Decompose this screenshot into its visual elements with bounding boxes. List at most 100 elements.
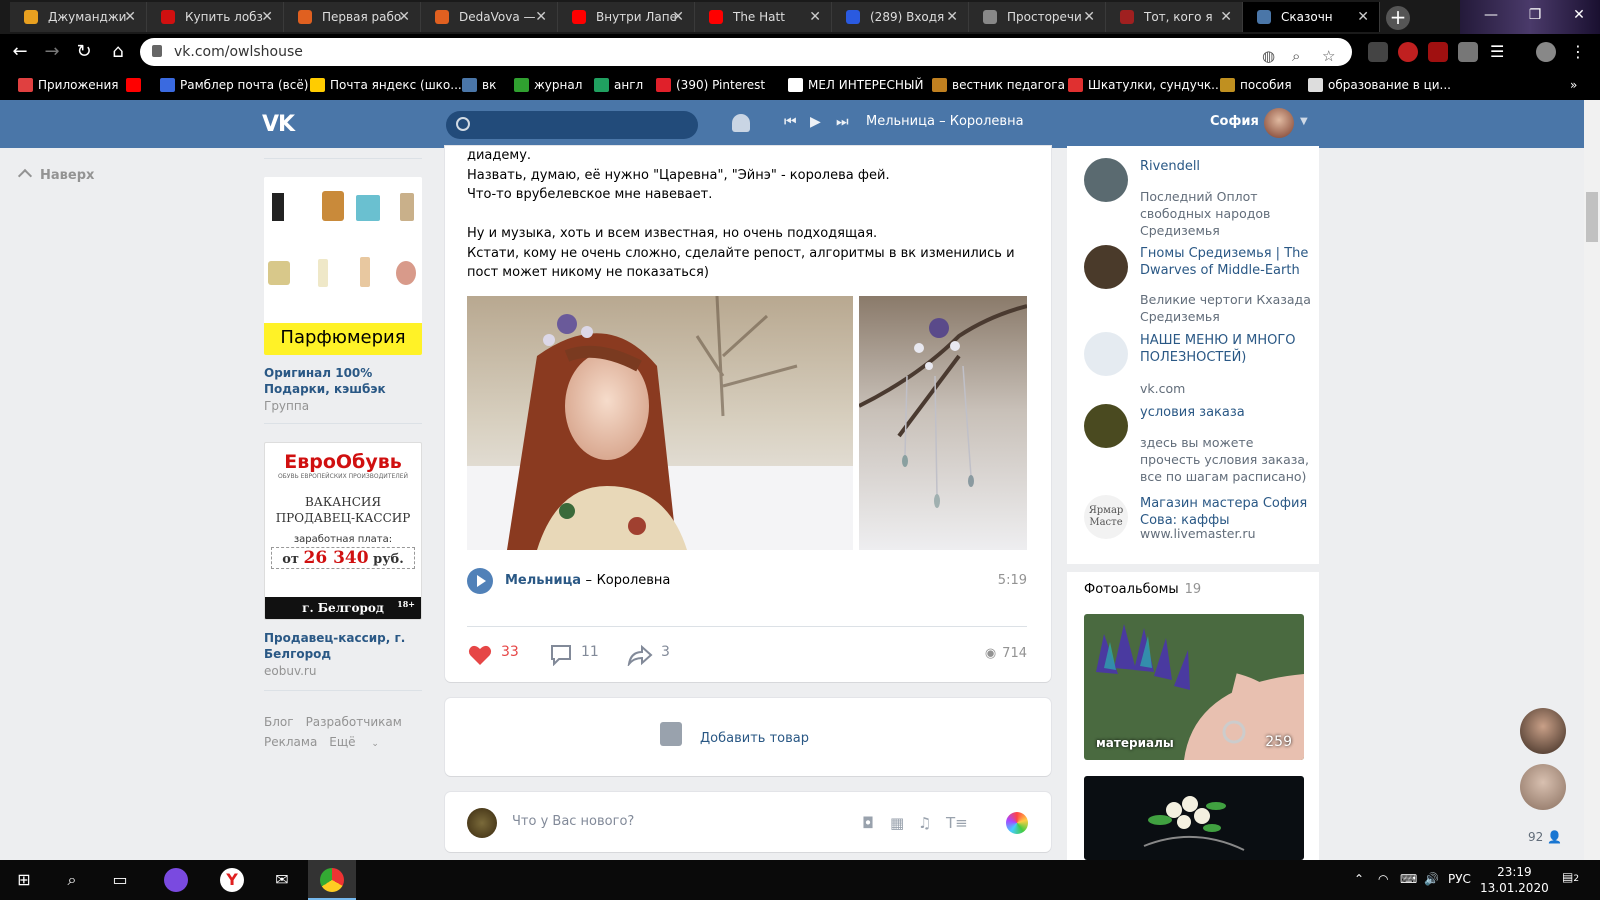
audio-play-button[interactable]	[467, 568, 493, 594]
mail-icon[interactable]: ✉	[270, 868, 294, 892]
poster-icon[interactable]	[1006, 812, 1028, 834]
translate-icon[interactable]: ◍	[1262, 42, 1275, 70]
language-indicator[interactable]: РУС	[1448, 872, 1471, 886]
extension-icon[interactable]	[1458, 42, 1478, 62]
extension-icon[interactable]	[1368, 42, 1388, 62]
album-item[interactable]	[1084, 776, 1304, 860]
link-title[interactable]: Rivendell	[1140, 158, 1310, 175]
page-scrollbar[interactable]	[1584, 100, 1600, 860]
reload-icon[interactable]: ↻	[72, 40, 96, 64]
user-avatar[interactable]	[1264, 108, 1294, 138]
close-tab-icon[interactable]: ✕	[809, 2, 821, 32]
comment-icon[interactable]	[549, 644, 573, 666]
bookmark-item[interactable]: вк	[460, 70, 496, 100]
browser-tab[interactable]: Первая рабо ✕	[284, 2, 421, 32]
scrollbar-thumb[interactable]	[1586, 192, 1598, 242]
online-friend-avatar[interactable]	[1520, 708, 1566, 754]
close-tab-icon[interactable]: ✕	[1083, 2, 1095, 32]
ad-title[interactable]: Продавец-кассир, г. Белгород	[264, 630, 414, 662]
video-icon[interactable]: ▦	[890, 814, 904, 832]
footer-link-ads[interactable]: Реклама	[264, 735, 317, 749]
bookmark-item[interactable]: пособия	[1218, 70, 1292, 100]
link-title[interactable]: Магазин мастера София Сова: каффы	[1140, 495, 1310, 529]
notifications-bell-icon[interactable]	[732, 114, 750, 132]
online-friend-avatar[interactable]	[1520, 764, 1566, 810]
perfume-ad-image[interactable]: Парфюмерия	[264, 177, 422, 355]
forward-icon[interactable]: →	[40, 40, 64, 64]
vk-logo[interactable]: VK	[262, 112, 295, 137]
bookmark-item[interactable]: журнал	[512, 70, 582, 100]
browser-tab[interactable]: Джуманджи ✕	[10, 2, 147, 32]
add-product-link[interactable]: Добавить товар	[700, 731, 809, 746]
like-heart-icon[interactable]	[467, 644, 493, 666]
ad-subtitle[interactable]: eobuv.ru	[264, 664, 422, 678]
friends-online-count[interactable]: 92 👤	[1528, 830, 1562, 844]
profile-avatar[interactable]	[1536, 42, 1556, 62]
new-tab-button[interactable]: +	[1386, 6, 1410, 30]
browser-tab[interactable]: (289) Входя ✕	[832, 2, 969, 32]
alice-assistant-icon[interactable]	[164, 868, 188, 892]
browser-tab[interactable]: Внутри Лапе ✕	[558, 2, 695, 32]
close-tab-icon[interactable]: ✕	[672, 2, 684, 32]
post-photo-1[interactable]	[467, 296, 853, 550]
close-window-icon[interactable]: ✕	[1556, 0, 1600, 32]
notifications-icon[interactable]: ▤2	[1562, 870, 1579, 884]
audio-title[interactable]: Мельница – Королевна	[505, 573, 670, 588]
link-title[interactable]: НАШЕ МЕНЮ И МНОГО ПОЛЕЗНОСТЕЙ)	[1140, 332, 1310, 366]
volume-icon[interactable]: 🔊	[1424, 872, 1439, 886]
album-item[interactable]: материалы 259	[1084, 614, 1304, 760]
link-title[interactable]: условия заказа	[1140, 404, 1310, 421]
wifi-icon[interactable]: ◠	[1378, 872, 1388, 886]
windows-start-icon[interactable]: ⊞	[12, 868, 36, 892]
bookmark-item[interactable]: Шкатулки, сундучк...	[1066, 70, 1223, 100]
back-icon[interactable]: ←	[8, 40, 32, 64]
chevron-down-icon[interactable]: ▼	[1300, 116, 1308, 127]
system-clock[interactable]: 23:19 13.01.2020	[1480, 864, 1549, 896]
link-title[interactable]: Гномы Средиземья | The Dwarves of Middle…	[1140, 245, 1310, 279]
scroll-to-top-link[interactable]: Наверх	[17, 168, 94, 184]
shoes-ad-image[interactable]: ЕвроОбувь ОБУВЬ ЕВРОПЕЙСКИХ ПРОИЗВОДИТЕЛ…	[264, 442, 422, 620]
share-icon[interactable]	[627, 644, 653, 666]
browser-tab[interactable]: Купить лобз ✕	[147, 2, 284, 32]
music-icon[interactable]: ♫	[918, 814, 931, 832]
keyboard-icon[interactable]: ⌨	[1400, 872, 1417, 886]
bookmark-item[interactable]: Рамблер почта (всё)	[158, 70, 308, 100]
bookmark-item[interactable]: англ	[592, 70, 643, 100]
close-tab-icon[interactable]: ✕	[1357, 2, 1369, 32]
close-tab-icon[interactable]: ✕	[398, 2, 410, 32]
bookmark-star-icon[interactable]: ☆	[1322, 42, 1335, 70]
play-icon[interactable]: ▶	[810, 114, 821, 130]
bookmark-item[interactable]: (390) Pinterest	[654, 70, 765, 100]
menu-icon[interactable]: ⋮	[1570, 42, 1590, 62]
browser-tab[interactable]: Сказочн ✕	[1243, 2, 1380, 32]
close-tab-icon[interactable]: ✕	[946, 2, 958, 32]
bookmark-item[interactable]: Почта яндекс (шко...	[308, 70, 462, 100]
chrome-icon[interactable]	[320, 868, 344, 892]
camera-icon[interactable]: ◘	[862, 814, 874, 832]
footer-link-more[interactable]: Ещё ⌄	[329, 735, 391, 749]
footer-link-developers[interactable]: Разработчикам	[306, 715, 402, 729]
like-count[interactable]: 33	[501, 644, 519, 660]
footer-link-blog[interactable]: Блог	[264, 715, 294, 729]
bookmark-item[interactable]: Приложения	[16, 70, 119, 100]
post-photo-2[interactable]	[859, 296, 1027, 550]
bookmark-item[interactable]: образование в ци...	[1306, 70, 1451, 100]
browser-tab[interactable]: Тот, кого я ✕	[1106, 2, 1243, 32]
restore-icon[interactable]: ❐	[1512, 0, 1558, 32]
browser-tab[interactable]: Просторечи ✕	[969, 2, 1106, 32]
browser-tab[interactable]: DedaVova — ✕	[421, 2, 558, 32]
next-track-icon[interactable]: ⏭	[836, 114, 849, 130]
article-icon[interactable]: T≡	[946, 814, 968, 832]
close-tab-icon[interactable]: ✕	[261, 2, 273, 32]
more-bookmarks-button[interactable]: »	[1570, 70, 1577, 100]
bookmark-item[interactable]	[124, 70, 146, 100]
user-name[interactable]: София	[1210, 114, 1259, 129]
previous-track-icon[interactable]: ⏮	[784, 114, 797, 130]
minimize-icon[interactable]: —	[1468, 0, 1514, 32]
ad-title[interactable]: Оригинал 100% Подарки, кэшбэк	[264, 365, 422, 397]
zoom-icon[interactable]: ⌕	[1292, 42, 1300, 70]
close-tab-icon[interactable]: ✕	[124, 2, 136, 32]
reading-list-icon[interactable]: ☰	[1490, 42, 1510, 62]
search-icon[interactable]: ⌕	[60, 868, 84, 892]
photo-albums-title[interactable]: Фотоальбомы 19	[1084, 582, 1201, 597]
